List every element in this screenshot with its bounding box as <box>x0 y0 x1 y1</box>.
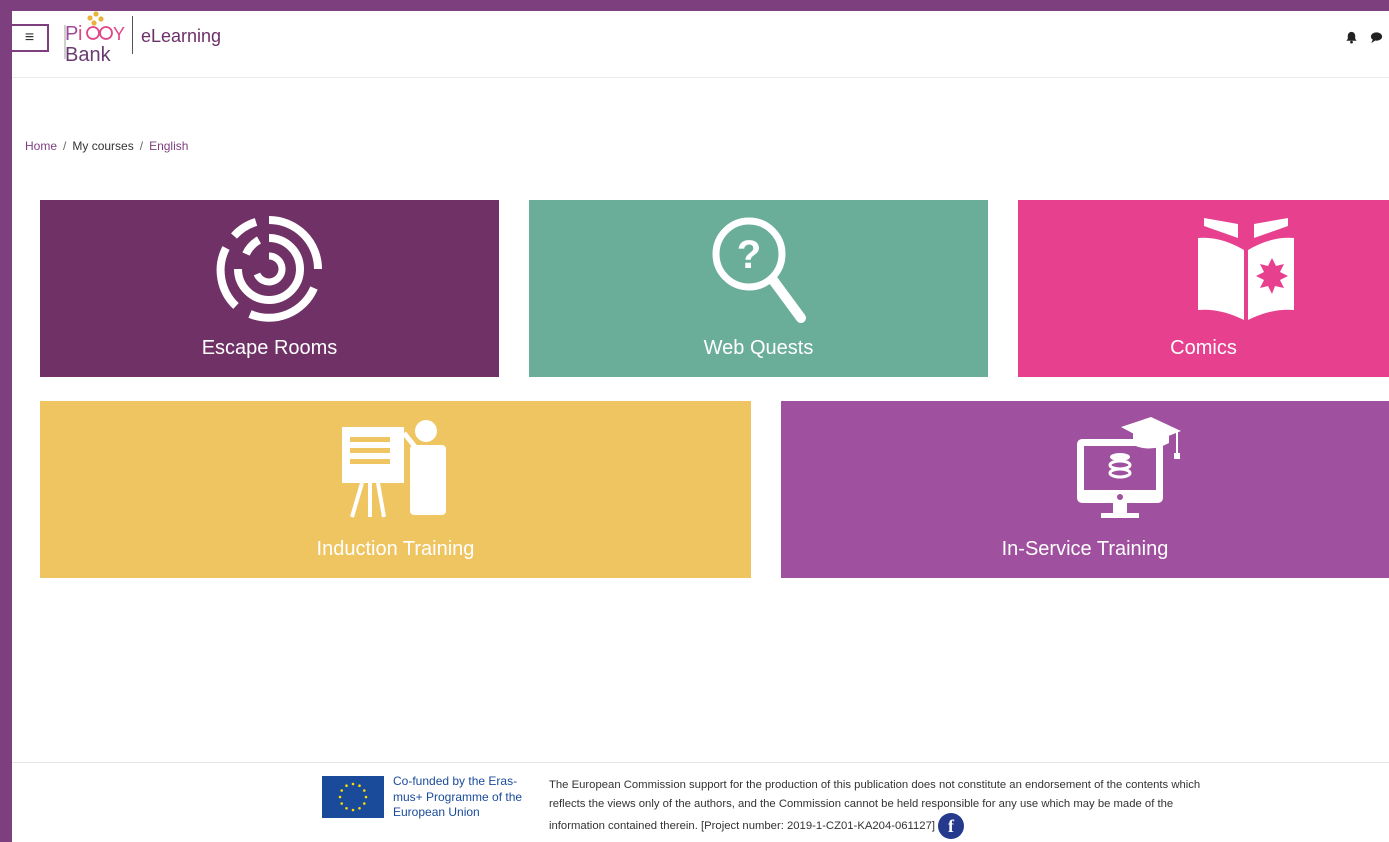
footer-divider <box>12 762 1389 763</box>
tile-comics-label: Comics <box>1170 337 1237 359</box>
eu-cofunded-text: Co-funded by the Eras-mus+ Programme of … <box>393 774 523 819</box>
breadcrumb-my-courses[interactable]: My courses <box>72 139 133 153</box>
tile-in-service-training-label: In-Service Training <box>1001 538 1169 560</box>
tile-induction-training-label: Induction Training <box>316 538 475 560</box>
svg-text:?: ? <box>737 233 761 277</box>
maze-icon <box>216 216 322 322</box>
svg-text:P: P <box>65 23 78 45</box>
logo-divider <box>132 16 133 54</box>
breadcrumb-english[interactable]: English <box>149 139 188 153</box>
magnifier-question-icon: ? <box>712 217 806 323</box>
facebook-icon[interactable]: f <box>938 813 964 839</box>
breadcrumb-home[interactable]: Home <box>25 139 57 153</box>
site-name[interactable]: eLearning <box>141 26 221 47</box>
tile-in-service-training[interactable]: In-Service Training <box>781 401 1389 578</box>
svg-text:Y: Y <box>113 24 125 44</box>
page: ≡ P i Y Bank eLearning Home / My courses… <box>12 11 1389 842</box>
bell-icon[interactable] <box>1345 31 1358 44</box>
svg-text:i: i <box>78 23 82 45</box>
tile-comics[interactable]: Comics <box>1018 200 1389 377</box>
tile-web-quests-label: Web Quests <box>703 337 814 359</box>
open-book-icon <box>1198 218 1294 320</box>
top-navbar: ≡ P i Y Bank eLearning <box>12 11 1389 78</box>
disclaimer-text: The European Commission support for the … <box>549 776 1209 839</box>
tile-escape-rooms[interactable]: Escape Rooms <box>40 200 499 377</box>
logo-bank-text: Bank <box>65 44 111 66</box>
disclaimer-body: The European Commission support for the … <box>549 779 1201 832</box>
hamburger-icon[interactable]: ≡ <box>12 24 49 52</box>
presenter-icon <box>342 420 446 518</box>
breadcrumb: Home / My courses / English <box>25 139 189 153</box>
tile-escape-rooms-label: Escape Rooms <box>201 337 338 359</box>
chat-icon[interactable] <box>1370 31 1383 44</box>
monitor-graduation-icon <box>1077 417 1181 518</box>
nav-icons <box>1345 31 1383 44</box>
tile-web-quests[interactable]: ? Web Quests <box>529 200 988 377</box>
tile-induction-training[interactable]: Induction Training <box>40 401 751 578</box>
eu-flag-icon <box>322 776 384 818</box>
